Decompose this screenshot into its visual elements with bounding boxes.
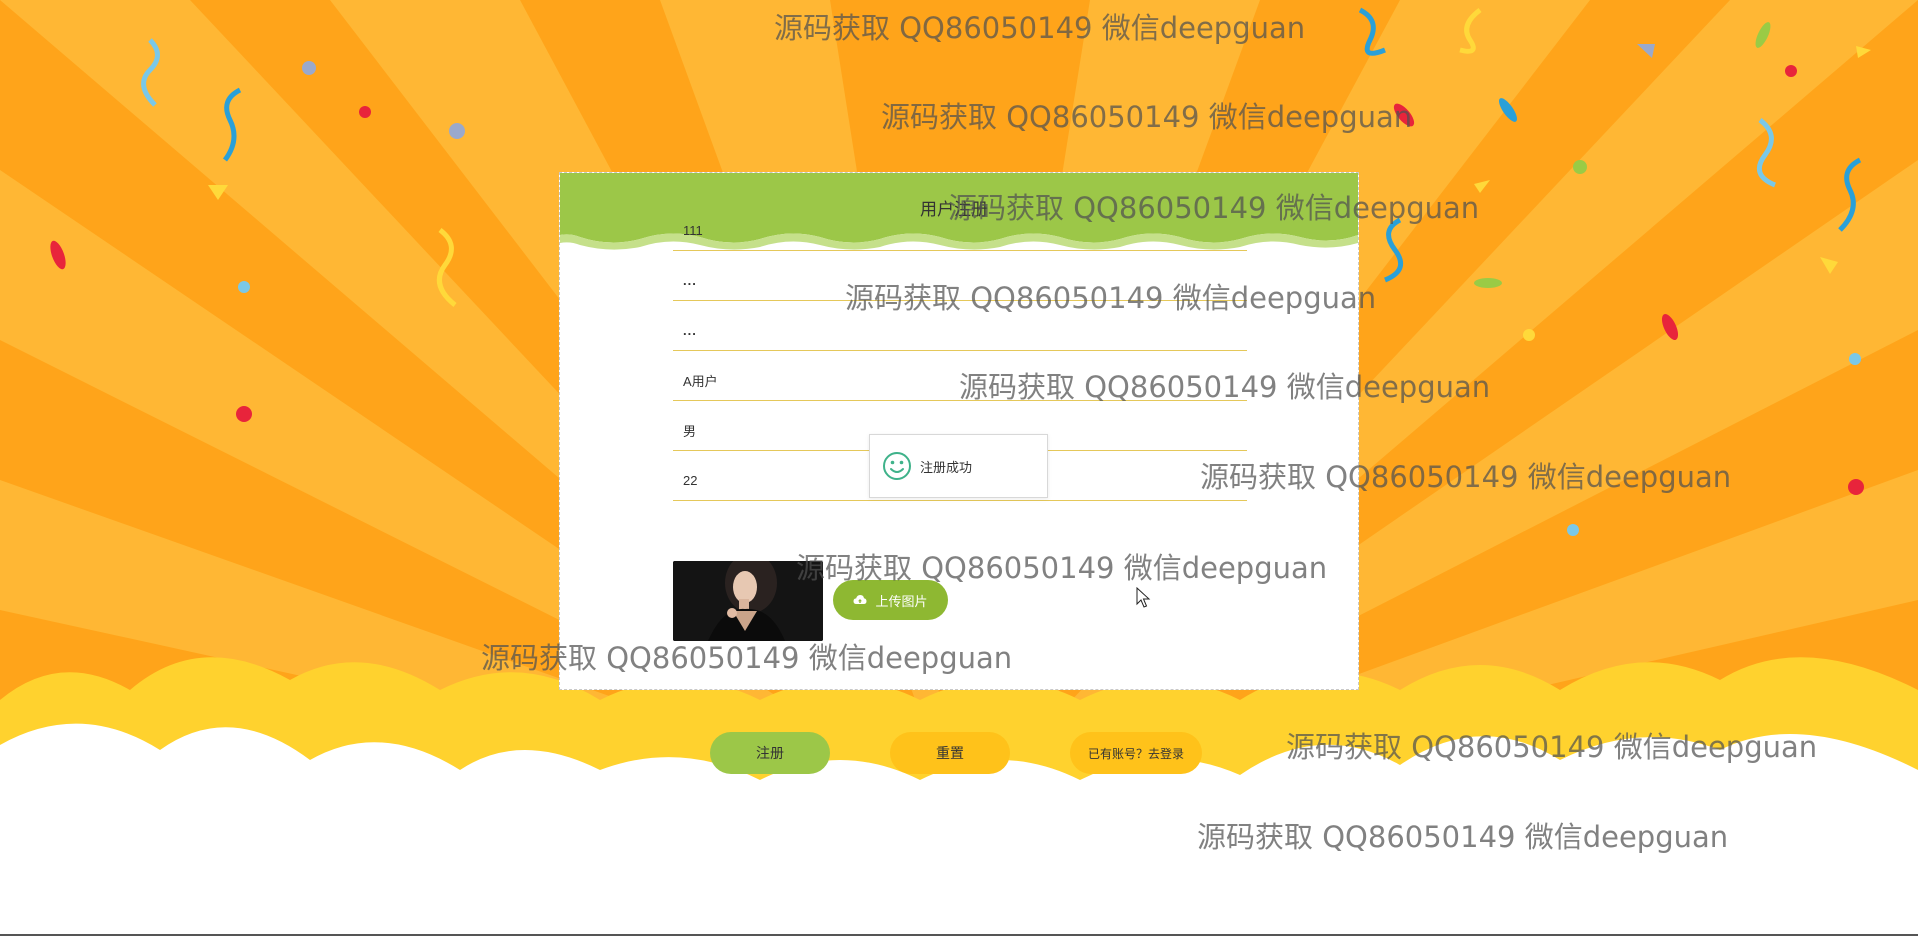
cloud-upload-icon xyxy=(853,595,867,604)
success-toast: 注册成功 xyxy=(869,434,1048,498)
upload-image-label: 上传图片 xyxy=(875,593,928,609)
confirm-password-input[interactable]: ... xyxy=(673,311,1247,351)
nickname-input[interactable]: A用户 xyxy=(673,361,1247,401)
toast-message: 注册成功 xyxy=(920,459,973,475)
upload-image-button[interactable]: 上传图片 xyxy=(833,580,948,620)
register-panel: 用户注册 111 ... ... A用户 男 22 上传图片 xyxy=(559,172,1359,690)
mouse-cursor-icon xyxy=(1136,587,1151,608)
smile-icon xyxy=(883,452,911,480)
go-login-button[interactable]: 已有账号？去登录 xyxy=(1070,732,1202,774)
password-input[interactable]: ... xyxy=(673,261,1247,301)
username-input[interactable]: 111 xyxy=(673,211,1247,251)
register-button[interactable]: 注册 xyxy=(710,732,830,774)
reset-button[interactable]: 重置 xyxy=(890,732,1010,774)
avatar-preview xyxy=(673,561,823,641)
